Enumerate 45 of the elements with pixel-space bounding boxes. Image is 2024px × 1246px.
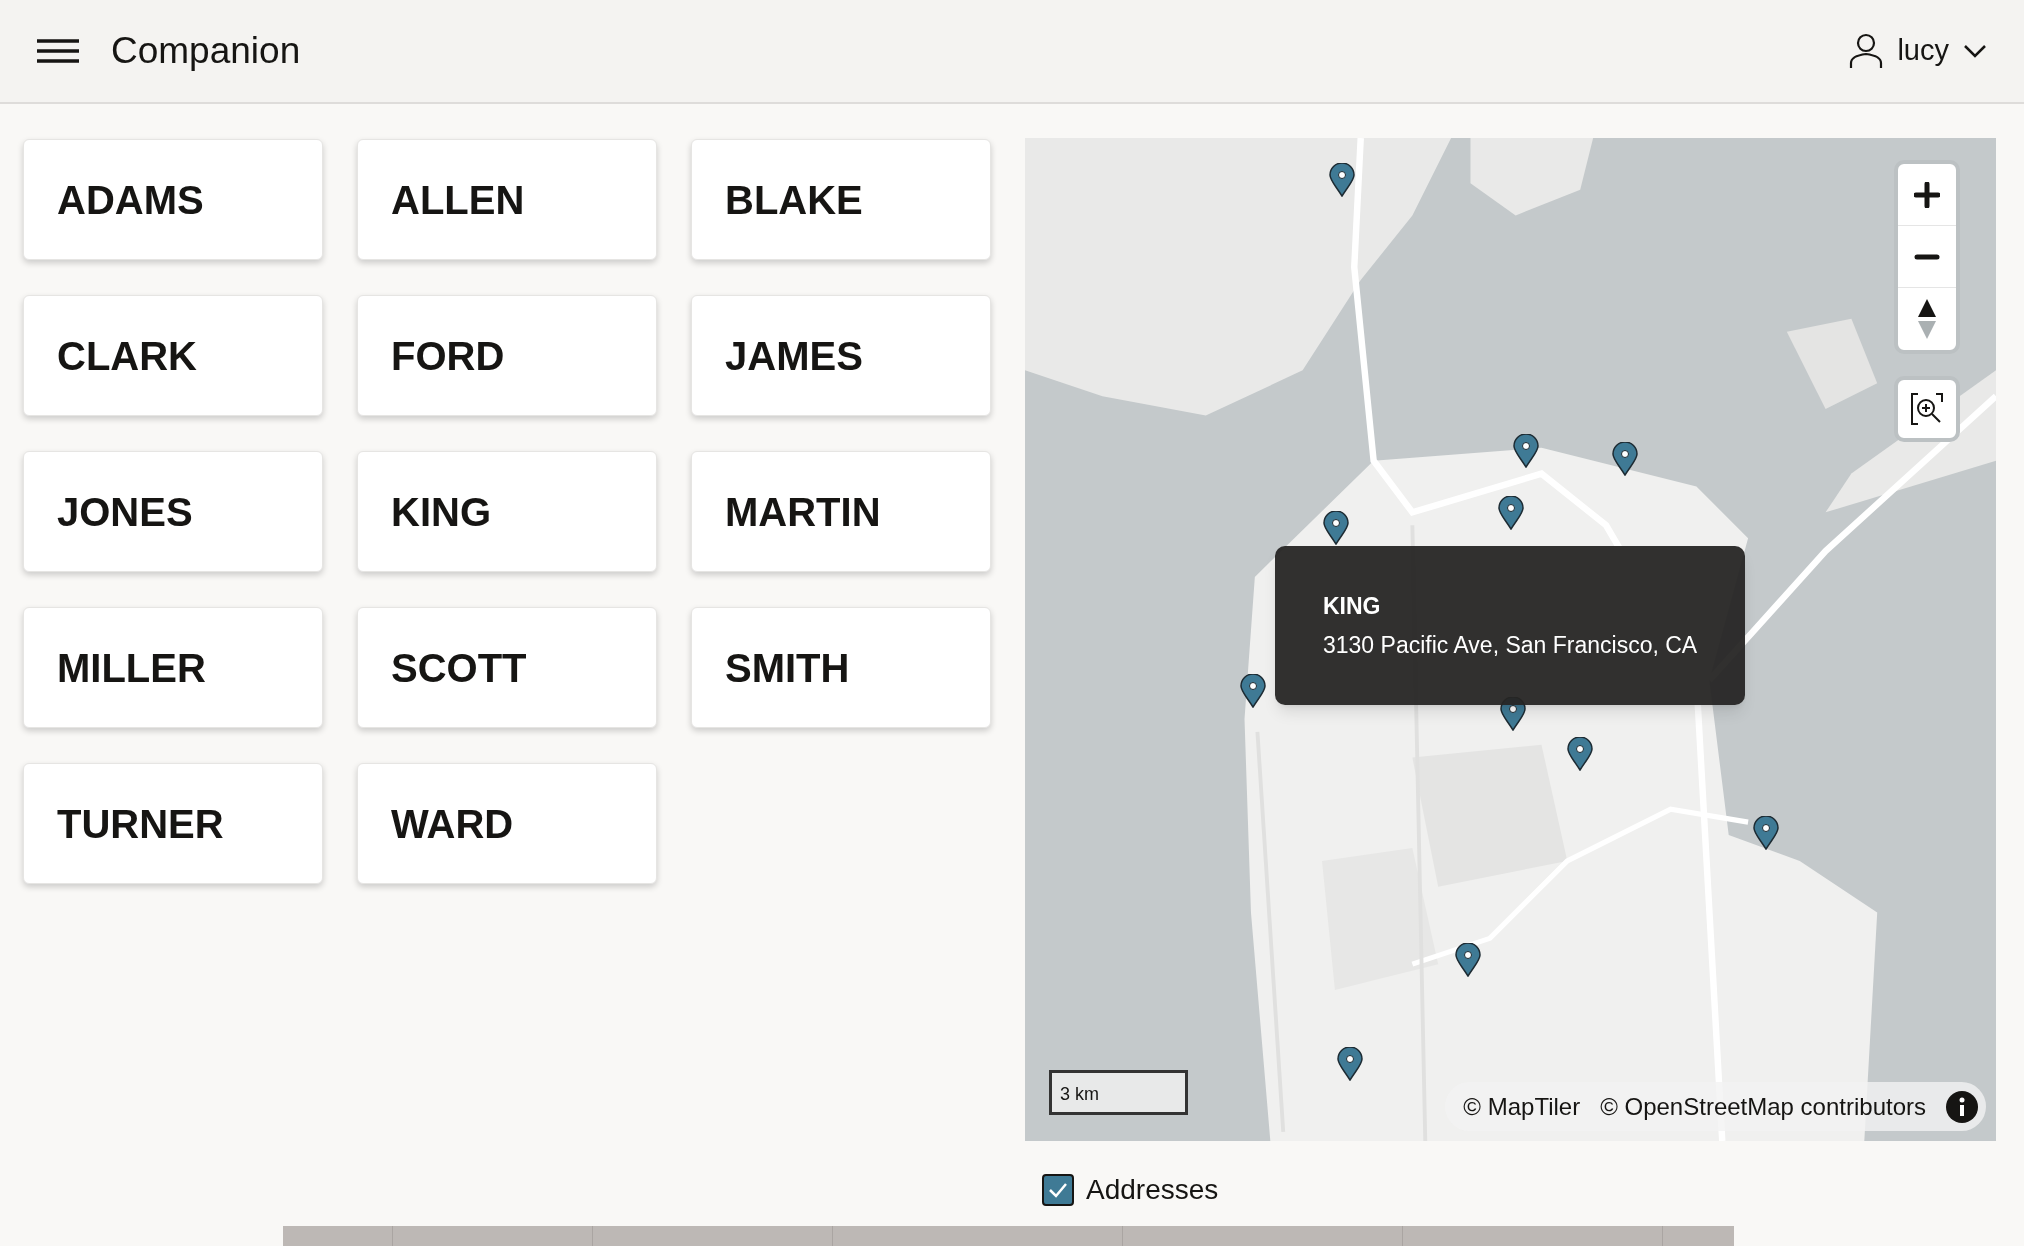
minus-icon: [1914, 253, 1940, 260]
menu-button[interactable]: [37, 36, 79, 66]
addresses-checkbox[interactable]: Addresses: [1042, 1169, 1996, 1211]
name-card[interactable]: JAMES: [691, 295, 991, 416]
name-card[interactable]: BLAKE: [691, 139, 991, 260]
name-card[interactable]: FORD: [357, 295, 657, 416]
name-card[interactable]: KING: [357, 451, 657, 572]
app-title: Companion: [111, 29, 301, 74]
menu-icon: [37, 39, 79, 63]
name-card[interactable]: SMITH: [691, 607, 991, 728]
popup-address: 3130 Pacific Ave, San Francisco, CA: [1323, 630, 1699, 660]
zoom-to-fit-button[interactable]: [1894, 376, 1960, 442]
name-card[interactable]: ALLEN: [357, 139, 657, 260]
popup-title: KING: [1323, 592, 1382, 621]
checkbox[interactable]: [1042, 1174, 1074, 1206]
name-card[interactable]: CLARK: [23, 295, 323, 416]
chevron-down-icon: [1963, 44, 1987, 58]
attribution-link[interactable]: © OpenStreetMap contributors: [1600, 1088, 1926, 1125]
name-card[interactable]: ADAMS: [23, 139, 323, 260]
name-card[interactable]: JONES: [23, 451, 323, 572]
name-card[interactable]: MARTIN: [691, 451, 991, 572]
map-marker-icon[interactable]: [1567, 736, 1594, 771]
map-marker-icon[interactable]: [1497, 496, 1524, 531]
attribution-link[interactable]: © MapTiler: [1463, 1088, 1581, 1125]
zoom-box-icon: [1910, 392, 1944, 426]
name-card[interactable]: WARD: [357, 763, 657, 884]
name-card[interactable]: MILLER: [23, 607, 323, 728]
user-menu[interactable]: lucy: [1849, 29, 1987, 73]
map-marker-icon[interactable]: [1513, 433, 1540, 468]
compass-icon: [1917, 299, 1937, 339]
map-marker-icon[interactable]: [1454, 943, 1481, 978]
user-icon: [1849, 33, 1884, 69]
plus-icon: [1914, 181, 1940, 208]
map-marker-icon[interactable]: [1240, 673, 1267, 708]
info-button[interactable]: [1946, 1090, 1978, 1123]
name-card[interactable]: SCOTT: [357, 607, 657, 728]
check-icon: [1048, 1182, 1068, 1198]
map-marker-icon[interactable]: [1328, 163, 1355, 198]
name-card[interactable]: TURNER: [23, 763, 323, 884]
scale-bar: 3 km: [1049, 1070, 1188, 1115]
map-marker-icon[interactable]: [1322, 511, 1349, 546]
map-marker-icon[interactable]: [1337, 1046, 1364, 1081]
info-icon: [1958, 1096, 1966, 1117]
map-marker-icon[interactable]: [1612, 441, 1639, 476]
map-marker-icon[interactable]: [1752, 816, 1779, 851]
